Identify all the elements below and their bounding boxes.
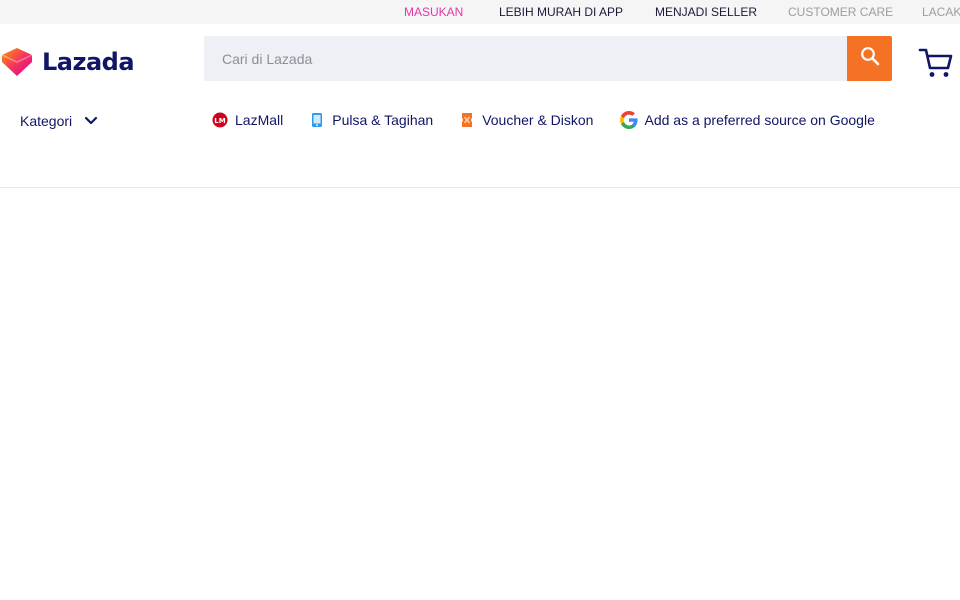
nav-link-voucher-diskon[interactable]: Voucher & Diskon (459, 112, 593, 128)
search-bar (204, 36, 892, 81)
lazada-logo[interactable]: Lazada (0, 44, 135, 80)
lazmall-icon: LM (212, 112, 228, 128)
category-label: Kategori (20, 113, 73, 129)
nav-link-label: Voucher & Diskon (482, 112, 594, 128)
search-input[interactable] (204, 36, 847, 81)
svg-text:LM: LM (214, 117, 225, 125)
become-seller-link[interactable]: MENJADI SELLER (655, 5, 757, 19)
cart-button[interactable] (918, 46, 954, 80)
nav-link-lazmall[interactable]: LM LazMall (212, 112, 283, 128)
quick-links: LM LazMall Pulsa & Tagihan Voucher & Dis… (212, 110, 901, 130)
voucher-icon (459, 112, 475, 128)
cheaper-in-app-link[interactable]: LEBIH MURAH DI APP (499, 5, 623, 19)
track-order-link[interactable]: LACAK (922, 5, 960, 19)
chevron-down-icon (84, 116, 98, 126)
nav-link-pulsa-tagihan[interactable]: Pulsa & Tagihan (309, 112, 433, 128)
top-utility-bar: MASUKAN LEBIH MURAH DI APP MENJADI SELLE… (0, 0, 960, 24)
phone-bill-icon (309, 112, 325, 128)
google-icon (619, 110, 639, 130)
nav-link-label: LazMall (235, 112, 284, 128)
cart-icon (918, 48, 954, 84)
customer-care-link[interactable]: CUSTOMER CARE (788, 5, 893, 19)
search-button[interactable] (847, 36, 892, 81)
nav-link-label: Pulsa & Tagihan (332, 112, 434, 128)
search-icon (860, 46, 880, 71)
category-dropdown[interactable]: Kategori (20, 111, 98, 131)
feedback-link[interactable]: MASUKAN (404, 5, 463, 19)
header-divider (0, 187, 960, 188)
nav-link-google-preferred-source[interactable]: Add as a preferred source on Google (619, 110, 875, 130)
lazada-heart-icon (0, 47, 34, 77)
nav-link-label: Add as a preferred source on Google (644, 112, 875, 128)
logo-wordmark: Lazada (42, 48, 135, 76)
